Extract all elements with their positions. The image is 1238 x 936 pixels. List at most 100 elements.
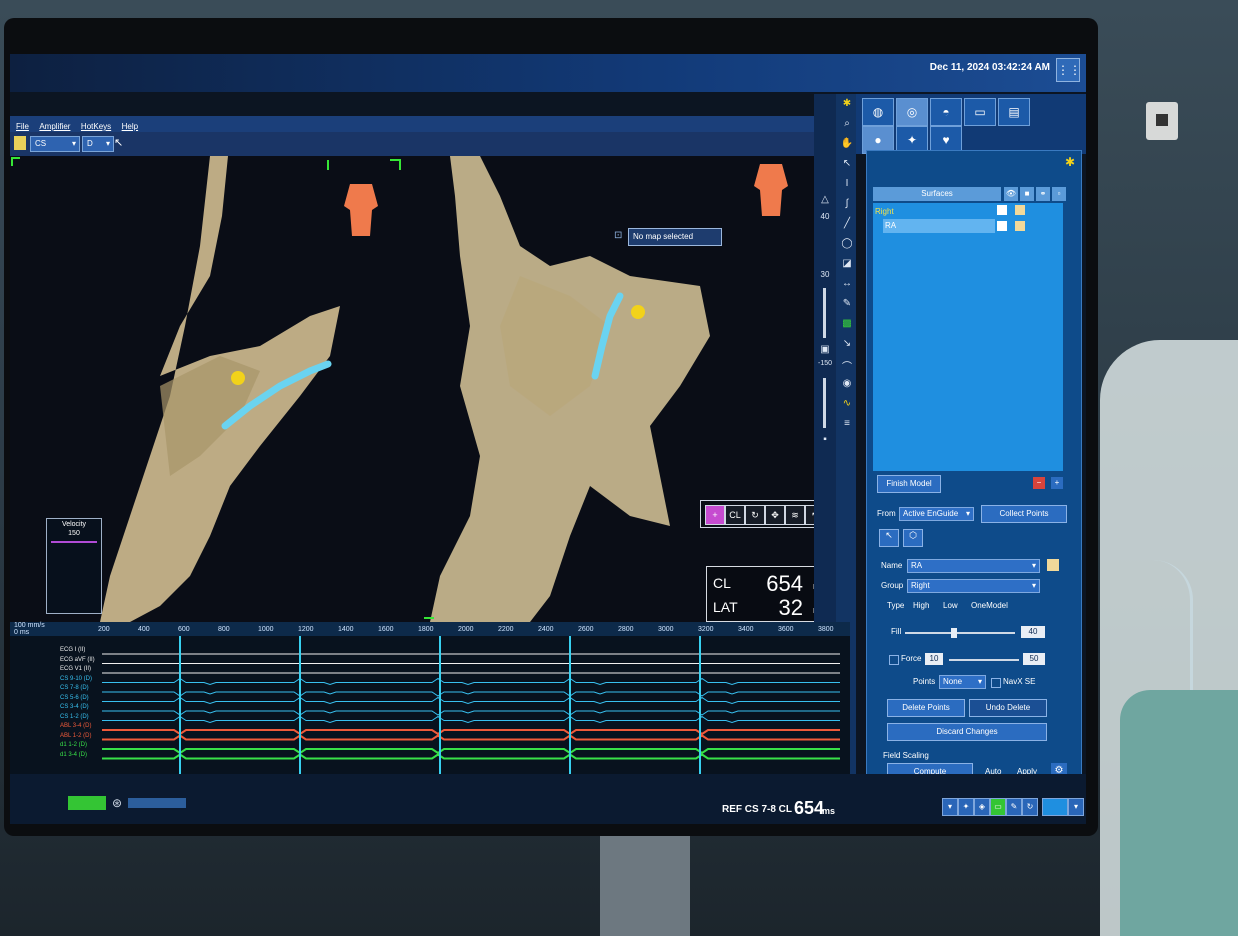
link-col-icon[interactable]: ⚭ — [1035, 187, 1050, 201]
force-checkbox[interactable] — [889, 655, 899, 665]
type-onemodel-radio[interactable]: OneModel — [971, 601, 1008, 610]
force-max[interactable]: 50 — [1023, 653, 1045, 665]
color-col-icon[interactable]: ■ — [1019, 187, 1034, 201]
pen-icon[interactable]: ✎ — [1006, 798, 1022, 816]
settings-icon[interactable]: ✱ — [1065, 155, 1075, 169]
hand-icon[interactable]: ✋ — [838, 138, 856, 154]
shield-icon[interactable]: ◈ — [974, 798, 990, 816]
display-toggle[interactable] — [1042, 798, 1068, 816]
cl-label: CL — [713, 575, 731, 591]
text-cursor-icon[interactable]: I — [838, 178, 856, 194]
window-menu-button[interactable]: ⋮⋮ — [1056, 58, 1081, 82]
name-color-swatch[interactable] — [1047, 559, 1059, 571]
type-high-radio[interactable]: High — [913, 601, 929, 610]
wave-icon[interactable]: ∿ — [838, 398, 856, 414]
lasso-mode-icon[interactable]: ⬡ — [903, 529, 923, 547]
catheter-icon — [14, 136, 26, 150]
select-icon[interactable]: ↖ — [838, 158, 856, 174]
record-icon[interactable]: ⊛ — [112, 796, 122, 810]
from-select[interactable]: Active EnGuide — [899, 507, 974, 521]
time-tick: 2000 — [458, 626, 474, 633]
fill-slider[interactable] — [905, 632, 1015, 634]
anatomy-render — [11, 156, 710, 622]
trace-line — [102, 729, 840, 736]
collect-points-button[interactable]: Collect Points — [981, 505, 1067, 523]
compass-icon[interactable]: ✦ — [958, 798, 974, 816]
add-button[interactable]: + — [1051, 477, 1063, 489]
curve-icon[interactable]: ∫ — [838, 198, 856, 214]
force-min[interactable]: 10 — [925, 653, 943, 665]
time-tick: 1600 — [378, 626, 394, 633]
velocity-panel: Velocity 150 — [46, 518, 102, 614]
surface-group-right[interactable]: Right — [875, 205, 894, 219]
fill-slider-knob[interactable] — [951, 628, 957, 638]
undo-delete-button[interactable]: Undo Delete — [969, 699, 1047, 717]
eye-icon[interactable]: ◉ — [838, 378, 856, 394]
ecg-waveform-panel[interactable]: 100 mm/s 0 ms 200 400 600 800 1000 1200 1400 16… — [10, 622, 850, 774]
group-checkbox[interactable] — [997, 205, 1007, 215]
remove-button[interactable]: − — [1033, 477, 1045, 489]
fill-label: Fill — [891, 627, 902, 636]
ellipse-icon[interactable]: ◯ — [838, 238, 856, 254]
tab-monitor-icon[interactable]: ▭ — [964, 98, 996, 126]
progress-field — [128, 798, 186, 808]
type-low-radio[interactable]: Low — [943, 601, 958, 610]
tab-report-icon[interactable]: ▤ — [998, 98, 1030, 126]
catheter-select[interactable]: CS — [30, 136, 80, 152]
frame-icon[interactable]: ▣ — [816, 344, 834, 360]
right-atrium-model — [430, 156, 710, 622]
scale-b-slider[interactable] — [823, 378, 826, 428]
time-tick: 2800 — [618, 626, 634, 633]
signal-button[interactable]: ≋ — [785, 505, 805, 525]
group-label: Group — [881, 581, 904, 590]
tab-brain-icon[interactable]: ◎ — [896, 98, 928, 126]
points-select[interactable]: None — [939, 675, 986, 689]
brush-icon[interactable]: ✎ — [838, 298, 856, 314]
group-select[interactable]: Right — [907, 579, 1040, 593]
green-box-icon[interactable]: ▩ — [838, 318, 856, 334]
comment-icon[interactable]: ▾ — [942, 798, 958, 816]
navx-checkbox[interactable] — [991, 678, 1001, 688]
trace-line — [102, 753, 840, 760]
lock-icon[interactable]: ▪ — [816, 434, 834, 450]
surface-item-ra[interactable]: RA — [883, 219, 995, 233]
3d-viewport[interactable]: ⊡ No map selected Velocity 150 + CL ↻ ✥ … — [10, 156, 830, 622]
pan-button[interactable]: ✥ — [765, 505, 785, 525]
name-field[interactable]: RA — [907, 559, 1040, 573]
cl-toggle-button[interactable]: CL — [725, 505, 745, 525]
scale-a-slider[interactable] — [823, 288, 826, 338]
expand-icon[interactable]: ▾ — [1068, 798, 1084, 816]
surface-checkbox[interactable] — [997, 221, 1007, 231]
time-tick: 1400 — [338, 626, 354, 633]
scale-b-value: -150 — [817, 360, 832, 367]
delete-points-button[interactable]: Delete Points — [887, 699, 965, 717]
surface-color-swatch[interactable] — [1015, 221, 1025, 231]
layers-icon[interactable]: ≡ — [838, 418, 856, 434]
extra-col-icon[interactable]: ▫ — [1051, 187, 1066, 201]
ruler-icon[interactable]: ╱ — [838, 218, 856, 234]
group-color-swatch[interactable] — [1015, 205, 1025, 215]
tab-cardiac-icon[interactable]: ◍ — [862, 98, 894, 126]
arrow-icon[interactable]: ↘ — [838, 338, 856, 354]
resize-icon[interactable]: ↔ — [838, 278, 856, 294]
add-point-button[interactable]: + — [705, 505, 725, 525]
rotate-button[interactable]: ↻ — [745, 505, 765, 525]
finish-model-button[interactable]: Finish Model — [877, 475, 941, 493]
select-mode-icon[interactable]: ↖ — [879, 529, 899, 547]
gear-icon[interactable]: ✱ — [838, 98, 856, 114]
catheter-sub-select[interactable]: D — [82, 136, 114, 152]
visibility-col-icon[interactable]: 👁 — [1003, 187, 1018, 201]
trace-line — [102, 748, 840, 755]
map-select[interactable]: No map selected — [628, 228, 722, 246]
discard-changes-button[interactable]: Discard Changes — [887, 723, 1047, 741]
monitor-icon[interactable]: ▭ — [990, 798, 1006, 816]
triangle-icon[interactable]: △ — [816, 194, 834, 210]
ref-cs-unit: ms — [822, 806, 836, 816]
sync-icon[interactable]: ↻ — [1022, 798, 1038, 816]
tab-map-icon[interactable]: ◓ — [930, 98, 962, 126]
link-icon[interactable]: ⌒ — [838, 358, 856, 374]
zoom-icon[interactable]: ⌕ — [838, 118, 856, 134]
fill-value[interactable]: 40 — [1021, 626, 1045, 638]
force-slider[interactable] — [949, 659, 1019, 661]
eraser-icon[interactable]: ◪ — [838, 258, 856, 274]
